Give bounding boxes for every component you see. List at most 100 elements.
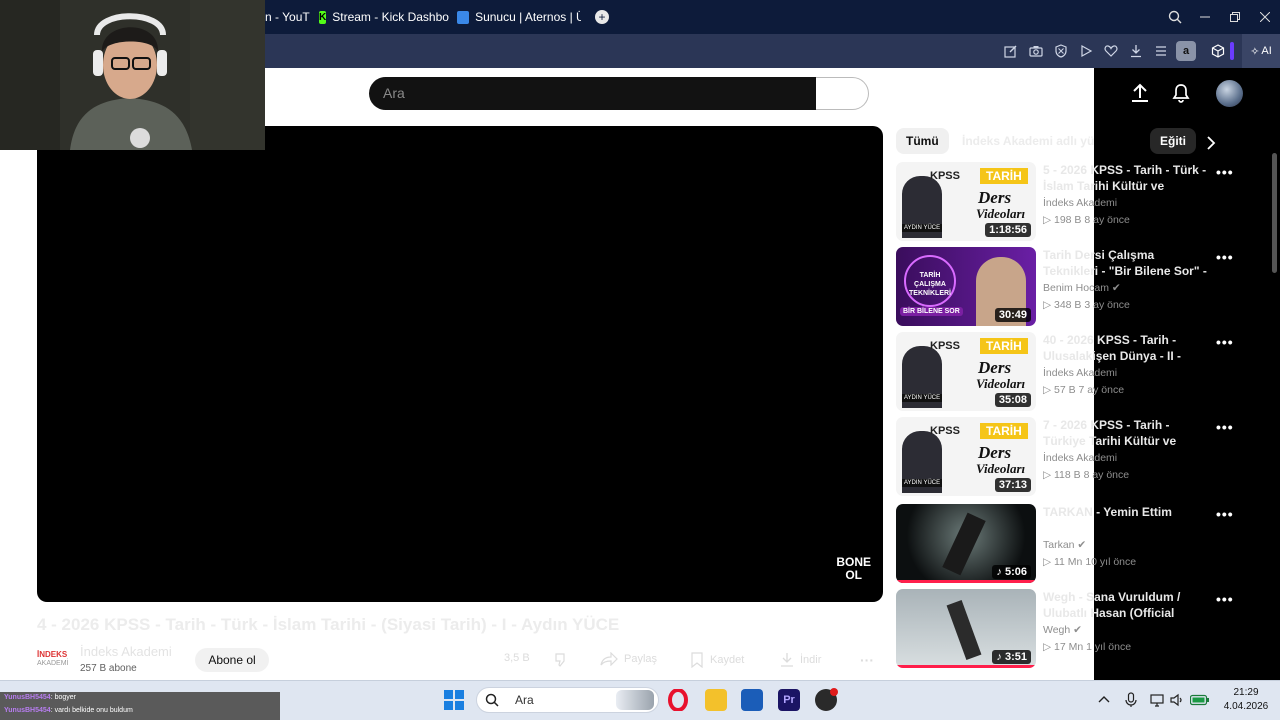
recommendation-title[interactable]: 40 - 2026 KPSS - Tarih - Ulusalakişen Dü… [1043,332,1211,364]
account-avatar[interactable] [1216,80,1243,107]
like-button[interactable]: 3,5 B [504,652,530,664]
new-tab-button[interactable]: + [595,10,609,24]
share-label: Paylaş [624,653,658,665]
chat-text: vardı belkide onu buldum [54,707,133,714]
tab-aternos[interactable]: Sunucu | Aternos | Ücretsi [449,0,589,34]
tab-aternos-label: Sunucu | Aternos | Ücretsi [475,10,581,24]
file-explorer-icon[interactable] [705,689,727,711]
play-icon[interactable] [1076,41,1096,61]
download-video-icon [781,653,793,667]
video-thumbnail[interactable]: KPSS TARİH Ders Videoları AYDIN YÜCE 1:18:56 [896,162,1036,241]
opera-icon[interactable] [667,689,689,711]
more-options-icon[interactable]: ••• [1216,419,1234,435]
more-options-icon[interactable]: ••• [1216,334,1234,350]
maximize-button[interactable] [1220,0,1250,34]
video-duration: ♪ 5:06 [992,565,1031,579]
recommendation-title[interactable]: Tarih Dersi Çalışma Teknikleri - "Bir Bi… [1043,247,1211,279]
clock-time: 21:29 [1233,687,1259,698]
kick-icon: K [319,10,327,24]
ai-button[interactable]: ✧ AI [1242,34,1280,68]
recommendation-item[interactable]: TARİH ÇALIŞMA TEKNİKLERİ BİR BİLENE SOR 30:4… [896,247,1276,327]
recommendation-channel[interactable]: Wegh ✔ [1043,624,1211,636]
thumb-ders-label: Ders [978,188,1012,207]
recommendation-meta: ▷ 17 Mn 1 yıl önce [1043,641,1132,653]
dislike-button[interactable] [553,652,569,668]
network-icon[interactable] [1150,693,1164,707]
video-title: 4 - 2026 KPSS - Tarih - Türk - İslam Tar… [37,615,620,634]
chip-education[interactable]: Eğiti [1150,128,1196,154]
subscriber-count: 257 B abone [80,663,137,674]
start-button[interactable] [444,690,464,710]
share-button[interactable]: Paylaş [600,652,657,666]
recommendation-item[interactable]: KPSS TARİH Ders Videoları AYDIN YÜCE 1:18:56 5… [896,162,1276,242]
store-icon[interactable] [741,689,763,711]
recommendation-channel[interactable]: İndeks Akademi [1043,197,1211,209]
chat-message: YunusBH5454: vardı belkide onu buldum [4,707,133,714]
volume-icon[interactable] [1170,693,1184,707]
more-options-icon[interactable]: ••• [1216,164,1234,180]
video-thumbnail[interactable]: TARİH ÇALIŞMA TEKNİKLERİ BİR BİLENE SOR 30:4… [896,247,1036,326]
recommendation-title[interactable]: TARKAN - Yemin Ettim [1043,504,1211,536]
edit-icon[interactable] [1001,41,1021,61]
more-actions-button[interactable]: ··· [860,652,874,668]
notifications-bell-icon[interactable] [1171,83,1191,103]
recommendation-item[interactable]: KPSS TARİH Ders Videoları AYDIN YÜCE 35:08 40 … [896,332,1276,412]
close-button[interactable] [1250,0,1280,34]
recommendation-title[interactable]: Wegh - Sana Vuruldum / Ulubatlı Hasan (O… [1043,589,1211,621]
extension-cube-icon[interactable] [1208,41,1228,61]
recommendation-channel[interactable]: Benim Hocam ✔ [1043,282,1211,294]
video-thumbnail[interactable]: KPSS TARİH Ders Videoları AYDIN YÜCE 35:08 [896,332,1036,411]
recommendation-info: 40 - 2026 KPSS - Tarih - Ulusalakişen Dü… [1043,332,1211,396]
recommendation-channel[interactable]: Tarkan ✔ [1043,539,1211,551]
thumb-videolari-label: Videoları [976,461,1026,476]
more-options-icon[interactable]: ••• [1216,506,1234,522]
download-icon[interactable] [1126,41,1146,61]
chip-channel[interactable]: İndeks Akademi adlı yükleyiciden [952,128,1095,154]
chip-all[interactable]: Tümü [896,128,949,154]
camera-icon[interactable] [1026,41,1046,61]
tab-kick-dashboard[interactable]: K Stream - Kick Dashboard [311,0,449,34]
video-player[interactable]: BONE OL [37,126,883,602]
menu-icon[interactable] [1151,41,1171,61]
recommendation-item[interactable]: ♪ 5:06 TARKAN - Yemin Ettim Tarkan ✔ ▷ 11 M… [896,504,1276,584]
more-options-icon[interactable]: ••• [1216,591,1234,607]
stream-chat-overlay: YunusBH5454: bogyer YunusBH5454: vardı b… [0,692,280,720]
system-clock[interactable]: 21:29 4.04.2026 [1216,686,1276,714]
search-button[interactable] [816,77,869,110]
tab-youtube[interactable]: n - YouT [265,0,311,34]
recommendation-channel[interactable]: İndeks Akademi [1043,452,1211,464]
shield-icon[interactable] [1051,41,1071,61]
save-button[interactable]: Kaydet [690,652,744,668]
profile-avatar[interactable]: a [1176,41,1196,61]
minimize-button[interactable] [1190,0,1220,34]
search-tabs-icon[interactable] [1160,0,1190,34]
download-button[interactable]: İndir [780,652,821,668]
recommendation-item[interactable]: KPSS TARİH Ders Videoları AYDIN YÜCE 37:13 7 -… [896,417,1276,497]
channel-logo[interactable]: İNDEKS AKADEMİ [37,650,71,672]
thumb-figure [942,512,986,576]
recommendation-meta: ▷ 57 B 7 ay önce [1043,384,1125,396]
channel-name[interactable]: İndeks Akademi [80,644,172,659]
subscribe-button[interactable]: Abone ol [195,648,269,672]
battery-icon[interactable] [1190,694,1210,706]
thumb-teacher-name: AYDIN YÜCE [902,394,943,402]
video-thumbnail[interactable]: ♪ 3:51 [896,589,1036,668]
video-thumbnail[interactable]: ♪ 5:06 [896,504,1036,583]
thumb-videolari-label: Videoları [976,206,1026,221]
tray-chevron-icon[interactable] [1098,694,1110,704]
heart-icon[interactable] [1101,41,1121,61]
chips-next-chevron-icon[interactable] [1206,136,1216,150]
more-options-icon[interactable]: ••• [1216,249,1234,265]
recommendation-info: Wegh - Sana Vuruldum / Ulubatlı Hasan (O… [1043,589,1211,653]
recommendation-title[interactable]: 7 - 2026 KPSS - Tarih - Türkiye Tarihi K… [1043,417,1211,449]
recommendation-channel[interactable]: İndeks Akademi [1043,367,1211,379]
search-input[interactable]: Ara [369,77,817,110]
recommendation-title[interactable]: 5 - 2026 KPSS - Tarih - Türk - İslam Tar… [1043,162,1211,194]
microphone-icon[interactable] [1125,692,1137,708]
upload-icon[interactable] [1130,83,1150,103]
video-thumbnail[interactable]: KPSS TARİH Ders Videoları AYDIN YÜCE 37:13 [896,417,1036,496]
premiere-pro-icon[interactable]: Pr [778,689,800,711]
recommendation-item[interactable]: ♪ 3:51 Wegh - Sana Vuruldum / Ulubatlı Ha… [896,589,1276,669]
recommendation-info: 5 - 2026 KPSS - Tarih - Türk - İslam Tar… [1043,162,1211,226]
recommendation-meta: ▷ 11 Mn 10 yıl önce [1043,556,1137,568]
